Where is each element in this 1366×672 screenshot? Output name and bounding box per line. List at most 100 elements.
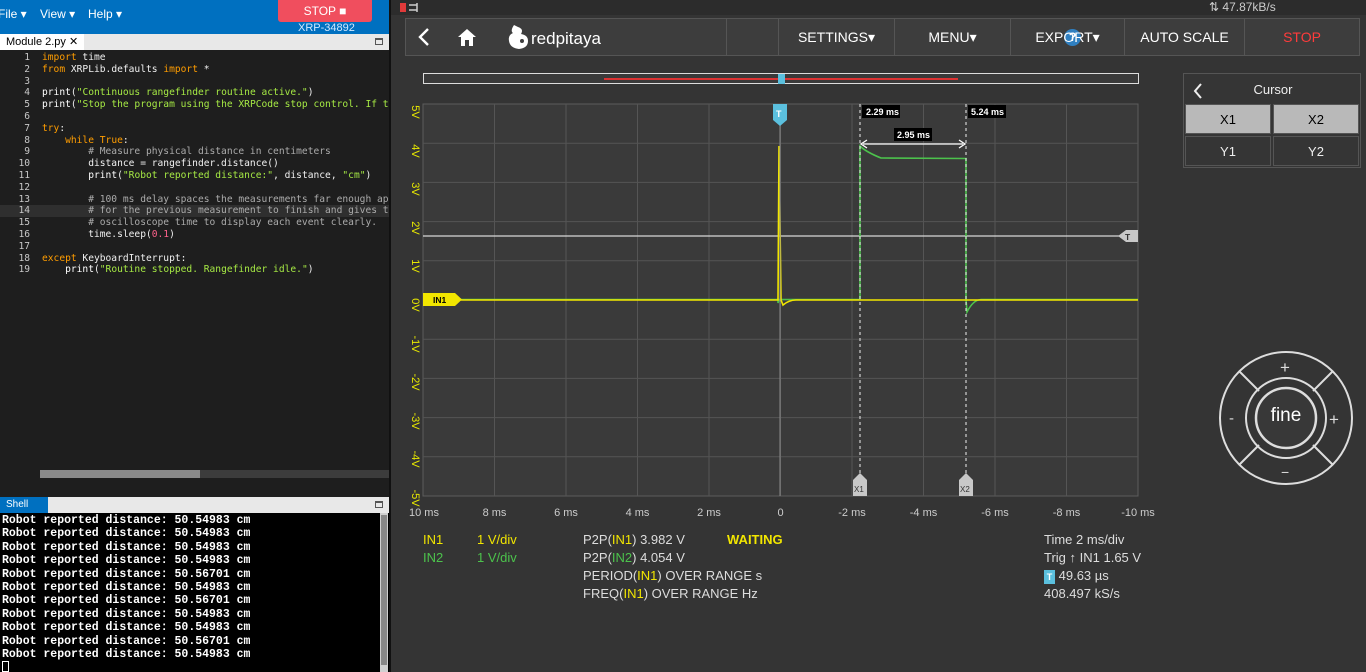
cursor-x1-readout: 2.29 ms (866, 107, 899, 117)
code-line[interactable]: 5 print("Stop the program using the XRPCo… (0, 99, 389, 111)
in1-offset-label: IN1 (433, 295, 447, 305)
code-line[interactable]: 15 # oscilloscope time to display each e… (0, 217, 389, 229)
shell-line: Robot reported distance: 50.54983 cm (2, 648, 251, 661)
shell-output[interactable]: Robot reported distance: 50.54983 cm Robo… (0, 513, 389, 672)
code-line[interactable]: 18 except KeyboardInterrupt: (0, 253, 389, 265)
code-line[interactable]: 17 (0, 241, 389, 253)
time-tick-label: 0 (777, 507, 784, 519)
cursor-y1-toggle[interactable]: Y1 (1185, 136, 1271, 166)
editor-scroll-thumb[interactable] (40, 470, 200, 478)
shell-line: Robot reported distance: 50.54983 cm (2, 540, 251, 554)
in2-scale: 1 V/div (477, 550, 517, 565)
volt-tick-label: -4V (409, 450, 421, 468)
knob-right[interactable]: + (1329, 410, 1339, 429)
menu-menu[interactable]: MENU▾ (894, 19, 1010, 55)
line-number: 15 (18, 217, 30, 229)
redpitaya-logo: redpitaya (531, 29, 601, 48)
line-number: 6 (24, 111, 30, 122)
in1-channel-label[interactable]: IN1 (423, 532, 443, 547)
time-offset-value: 49.63 µs (1058, 568, 1109, 583)
code-editor[interactable]: 1 import time 2 from XRPLib.defaults import… (0, 50, 389, 480)
file-menu[interactable]: File ▾ (0, 7, 27, 21)
volt-tick-label: -1V (409, 335, 421, 353)
line-number: 18 (18, 252, 30, 264)
time-tick-label: -8 ms (1052, 507, 1081, 519)
chevron-left-icon (418, 28, 429, 46)
code-line[interactable]: 16 time.sleep(0.1) (0, 229, 389, 241)
stop-program-button[interactable]: STOP ■ (278, 0, 372, 22)
buffer-position-handle[interactable] (778, 74, 785, 84)
auto-scale-button[interactable]: AUTO SCALE (1124, 19, 1244, 55)
acquisition-status: WAITING (727, 532, 783, 547)
trigger-setting: Trig ↑ IN1 1.65 V (1044, 550, 1142, 565)
code-line[interactable]: 19 print("Routine stopped. Rangefinder i… (0, 264, 389, 276)
shell-line: Robot reported distance: 50.54983 cm (2, 554, 251, 568)
knob-left[interactable]: - (1229, 410, 1234, 427)
top-strip: ⇅ 47.87kB/s (391, 0, 1366, 15)
knob-label: fine (1270, 405, 1302, 426)
home-icon (458, 29, 476, 46)
code-line[interactable]: 14 # for the previous measurement to fin… (0, 205, 389, 218)
shell-line: Robot reported distance: 50.56701 cm (2, 567, 251, 581)
shell-scroll-thumb[interactable] (381, 515, 387, 665)
editor-scrollbar[interactable] (40, 470, 389, 478)
ide-panel: File ▾ View ▾ Help ▾ STOP ■ XRP-34892 Mo… (0, 0, 389, 672)
scope-stop-button[interactable]: STOP (1244, 19, 1359, 55)
code-line[interactable]: 7 try: (0, 123, 389, 135)
help-menu[interactable]: Help ▾ (88, 7, 122, 21)
home-button[interactable] (444, 19, 490, 55)
buffer-position-slider[interactable] (423, 73, 1139, 84)
shell-line: Robot reported distance: 50.54983 cm (2, 527, 251, 541)
volt-tick-label: -5V (409, 489, 421, 507)
shell-scrollbar[interactable] (380, 513, 388, 672)
cursor-y2-toggle[interactable]: Y2 (1273, 136, 1359, 166)
code-line[interactable]: 6 (0, 111, 389, 123)
ide-menubar: File ▾ View ▾ Help ▾ STOP ■ XRP-34892 (0, 0, 389, 34)
editor-tabbar: Module 2.py ✕ (0, 34, 389, 50)
tab-module-2[interactable]: Module 2.py ✕ (0, 34, 85, 50)
p2p-in1-measurement: P2P(IN1) 3.982 V (583, 532, 685, 547)
line-number: 2 (24, 63, 30, 75)
code-line[interactable]: 4 print("Continuous rangefinder routine a… (0, 87, 389, 99)
line-number: 5 (24, 99, 30, 111)
time-tick-label: 6 ms (554, 507, 578, 519)
code-line[interactable]: 3 (0, 76, 389, 88)
export-menu[interactable]: EXPORT▾ (1010, 19, 1124, 55)
cursor-x1-toggle[interactable]: X1 (1185, 104, 1271, 134)
code-line[interactable]: 2 from XRPLib.defaults import * (0, 64, 389, 76)
help-button[interactable]: ? (726, 19, 1081, 55)
code-line[interactable]: 12 (0, 182, 389, 194)
code-line[interactable]: 1 import time (0, 52, 389, 64)
in2-channel-label[interactable]: IN2 (423, 550, 443, 565)
line-number: 14 (18, 205, 30, 217)
line-number: 1 (24, 52, 30, 63)
code-line[interactable]: 8 while True: (0, 135, 389, 147)
time-tick-label: -2 ms (838, 507, 866, 519)
cursor-x2-toggle[interactable]: X2 (1273, 104, 1359, 134)
knob-down[interactable]: − (1281, 464, 1289, 480)
line-number: 17 (18, 240, 30, 252)
tab-shell[interactable]: Shell (0, 497, 48, 513)
shell-line: Robot reported distance: 50.54983 cm (2, 607, 251, 621)
volt-tick-label: -2V (409, 373, 421, 391)
code-line[interactable]: 9 # Measure physical distance in centime… (0, 146, 389, 158)
restore-icon[interactable] (375, 38, 383, 45)
time-tick-label: 4 ms (625, 507, 650, 519)
knob-up[interactable]: + (1280, 358, 1290, 377)
sample-rate: 408.497 kS/s (1044, 586, 1120, 601)
scope-plot[interactable]: 2.29 ms 5.24 ms 2.95 ms T IN1 T X1 X2 (391, 90, 1151, 510)
line-number: 11 (18, 170, 30, 181)
code-line[interactable]: 13 # 100 ms delay spaces the measurement… (0, 194, 389, 206)
trigger-level-label: T (1125, 232, 1131, 242)
line-number: 7 (24, 122, 30, 134)
settings-menu[interactable]: SETTINGS▾ (778, 19, 894, 55)
code-line[interactable]: 11 print("Robot reported distance:", dis… (0, 170, 389, 182)
plug-icon (400, 3, 418, 12)
code-line[interactable]: 10 distance = rangefinder.distance() (0, 158, 389, 170)
back-button[interactable] (406, 19, 442, 55)
shell-cursor (2, 661, 9, 672)
restore-icon[interactable] (375, 501, 383, 508)
volt-tick-label: 1V (409, 259, 421, 274)
view-menu[interactable]: View ▾ (40, 7, 75, 21)
freq-measurement: FREQ(IN1) OVER RANGE Hz (583, 586, 758, 601)
